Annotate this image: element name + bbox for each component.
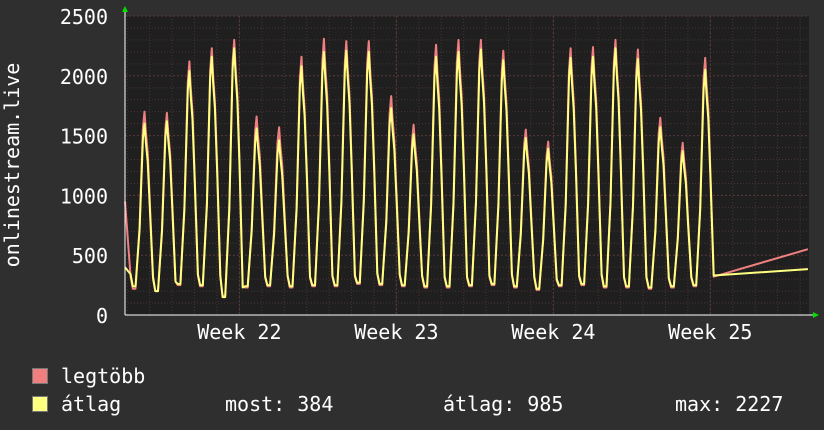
x-tick-label: Week 24 [511,320,595,344]
x-tick-label: Week 25 [668,320,752,344]
y-axis-arrow [122,6,128,12]
y-axis-title: onlinestream.live [0,63,24,268]
stat-max: max: 2227 [675,392,784,416]
y-tick-label: 1000 [60,184,108,208]
y-tick-label: 2500 [60,5,108,29]
legend-swatch-atlag [32,396,48,412]
legend-label-atlag: átlag [61,392,122,416]
legend-item-legtobb: legtöbb [32,362,145,390]
x-axis-arrow [813,312,819,318]
y-tick-label: 2000 [60,65,108,89]
legend: legtöbb átlag [32,362,145,418]
x-tick-label: Week 23 [354,320,438,344]
y-tick-label: 500 [72,244,108,268]
stat-current: most: 384 [225,392,334,416]
y-tick-label: 0 [96,304,108,328]
stat-average: átlag: 985 [443,392,564,416]
legend-item-atlag: átlag [32,390,145,418]
legend-label-legtobb: legtöbb [61,364,146,388]
y-tick-label: 1500 [60,125,108,149]
x-tick-label: Week 22 [197,320,281,344]
legend-swatch-legtobb [32,368,48,384]
